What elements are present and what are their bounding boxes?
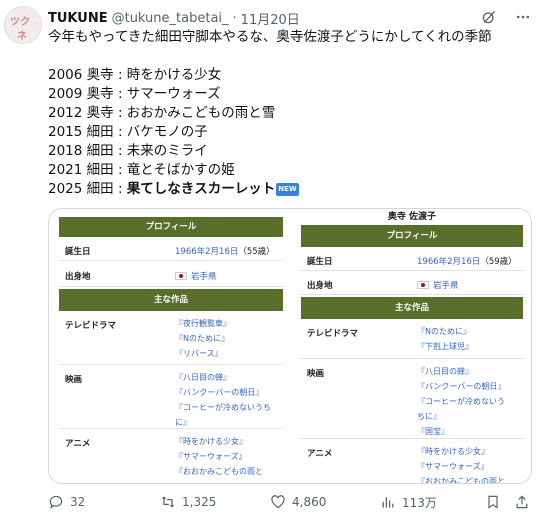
tweet-line-intro: 今年もやってきた細田守脚本やるな、奥寺佐渡子どうにかしてくれの季節 (48, 29, 492, 45)
origin-row: 出身地 岩手県 (59, 263, 283, 287)
repost-button[interactable]: 1,325 (160, 494, 216, 510)
author-name[interactable]: TUKUNE (48, 11, 108, 26)
list-item: 2018 細田 : 未来のミライ (48, 143, 208, 159)
list-item: 2006 奥寺 : 時をかける少女 (48, 67, 222, 83)
tv-label: テレビドラマ (307, 329, 359, 339)
list-item: 2015 細田 : バケモノの子 (48, 124, 208, 140)
works-header: 主な作品 (59, 289, 283, 311)
tv-works: 『Nのために』 『下剋上球児』 (417, 327, 473, 351)
birth-value: 1966年2月16日（55歳） (175, 247, 275, 257)
anime-row: アニメ 『時をかける少女』 『サマーウォーズ』 『おおかみこどもの雨と (301, 441, 523, 484)
tweet-action-bar: 32 1,325 4,860 113万 (44, 492, 532, 512)
share-button[interactable] (514, 494, 530, 510)
repost-icon (161, 496, 175, 508)
tweet-text: 今年もやってきた細田守脚本やるな、奥寺佐渡子どうにかしてくれの季節 2006 奥… (48, 28, 536, 199)
film-row: 映画 『八日目の蝉』 『バンクーバーの朝日』 『コーヒーが冷めないうち に』 (59, 367, 283, 429)
new-emoji-icon: NEW (276, 183, 299, 196)
japan-flag-icon (175, 272, 187, 280)
origin-label: 出身地 (65, 272, 91, 282)
film-works: 『八日目の蝉』 『バンクーバーの朝日』 『コーヒーが冷めないう ちに』 『国宝』 (417, 367, 506, 436)
origin-value: 岩手県 (417, 279, 459, 291)
separator-dot: · (232, 10, 237, 26)
avatar[interactable]: ツク ネ (4, 6, 42, 44)
views-icon (382, 497, 394, 508)
film-row: 映画 『八日目の蝉』 『バンクーバーの朝日』 『コーヒーが冷めないう ちに』 『… (301, 361, 523, 439)
list-item: 2009 奥寺 : サマーウォーズ (48, 86, 221, 102)
tv-row: テレビドラマ 『夜行観覧車』 『Nのために』 『リバース』 (59, 313, 283, 365)
author-handle[interactable]: @tukune_tabetai_ (112, 11, 229, 26)
share-icon (516, 495, 528, 509)
tv-works: 『夜行観覧車』 『Nのために』 『リバース』 (175, 319, 231, 358)
anime-label: アニメ (307, 449, 333, 459)
like-count: 4,860 (292, 495, 327, 509)
film-label: 映画 (307, 369, 325, 379)
tv-label: テレビドラマ (65, 321, 117, 331)
avatar-text-top: ツク (10, 17, 30, 28)
list-item: 2021 細田 : 竜とそばかすの姫 (48, 162, 235, 178)
bookmark-button[interactable] (485, 494, 501, 510)
origin-value: 岩手県 (175, 270, 217, 282)
like-button[interactable]: 4,860 (270, 494, 326, 510)
wiki-infobox-left: プロフィール 誕生日 1966年2月16日（55歳） 出身地 岩手県 主な作品 … (59, 209, 283, 483)
list-item: 2012 奥寺 : おおかみこどもの雨と雪 (48, 105, 276, 121)
list-item-latest: 2025 細田 : 果てしなきスカーレット NEW (48, 180, 536, 199)
repost-count: 1,325 (182, 495, 217, 509)
reply-button[interactable]: 32 (48, 494, 85, 510)
tweet-image[interactable]: プロフィール 誕生日 1966年2月16日（55歳） 出身地 岩手県 主な作品 … (48, 208, 532, 484)
origin-row: 出身地 岩手県 (301, 273, 523, 295)
profile-header: プロフィール (59, 217, 283, 237)
tweet-date[interactable]: 11月20日 (241, 9, 300, 28)
birth-label: 誕生日 (307, 257, 333, 267)
birth-row: 誕生日 1966年2月16日（59歳） (301, 249, 523, 271)
latest-prefix: 2025 細田 : (48, 181, 127, 197)
anime-row: アニメ 『時をかける少女』 『サマーウォーズ』 『おおかみこどもの雨と (59, 431, 283, 483)
reply-icon (49, 495, 63, 510)
latest-title: 果てしなきスカーレット (126, 181, 276, 197)
birth-row: 誕生日 1966年2月16日（55歳） (59, 239, 283, 261)
views-count: 113万 (402, 495, 437, 510)
birth-label: 誕生日 (65, 247, 91, 257)
anime-label: アニメ (65, 439, 91, 449)
wiki-infobox-right: 奥寺 佐渡子 プロフィール 誕生日 1966年2月16日（59歳） 出身地 岩手… (301, 209, 523, 483)
infobox-title: 奥寺 佐渡子 (387, 212, 437, 222)
more-options-icon[interactable] (514, 8, 532, 26)
profile-header: プロフィール (301, 225, 523, 247)
tv-row: テレビドラマ 『Nのために』 『下剋上球児』 (301, 321, 523, 359)
grok-icon[interactable] (480, 8, 498, 26)
heart-icon (271, 495, 285, 509)
tweet-header: TUKUNE @tukune_tabetai_ · 11月20日 (48, 9, 540, 28)
bookmark-icon (488, 495, 498, 509)
anime-works: 『時をかける少女』 『サマーウォーズ』 『おおかみこどもの雨と (175, 437, 263, 476)
japan-flag-icon (417, 281, 429, 289)
anime-works: 『時をかける少女』 『サマーウォーズ』 『おおかみこどもの雨と (417, 447, 505, 484)
views-button[interactable]: 113万 (380, 494, 437, 511)
birth-value: 1966年2月16日（59歳） (417, 257, 517, 267)
film-works: 『八日目の蝉』 『バンクーバーの朝日』 『コーヒーが冷めないうち に』 (175, 373, 271, 427)
tweet-top-actions (480, 8, 532, 26)
film-label: 映画 (65, 375, 83, 385)
works-header: 主な作品 (301, 297, 523, 319)
avatar-text-bottom: ネ (17, 31, 27, 42)
reply-count: 32 (70, 495, 86, 509)
origin-label: 出身地 (307, 281, 333, 291)
